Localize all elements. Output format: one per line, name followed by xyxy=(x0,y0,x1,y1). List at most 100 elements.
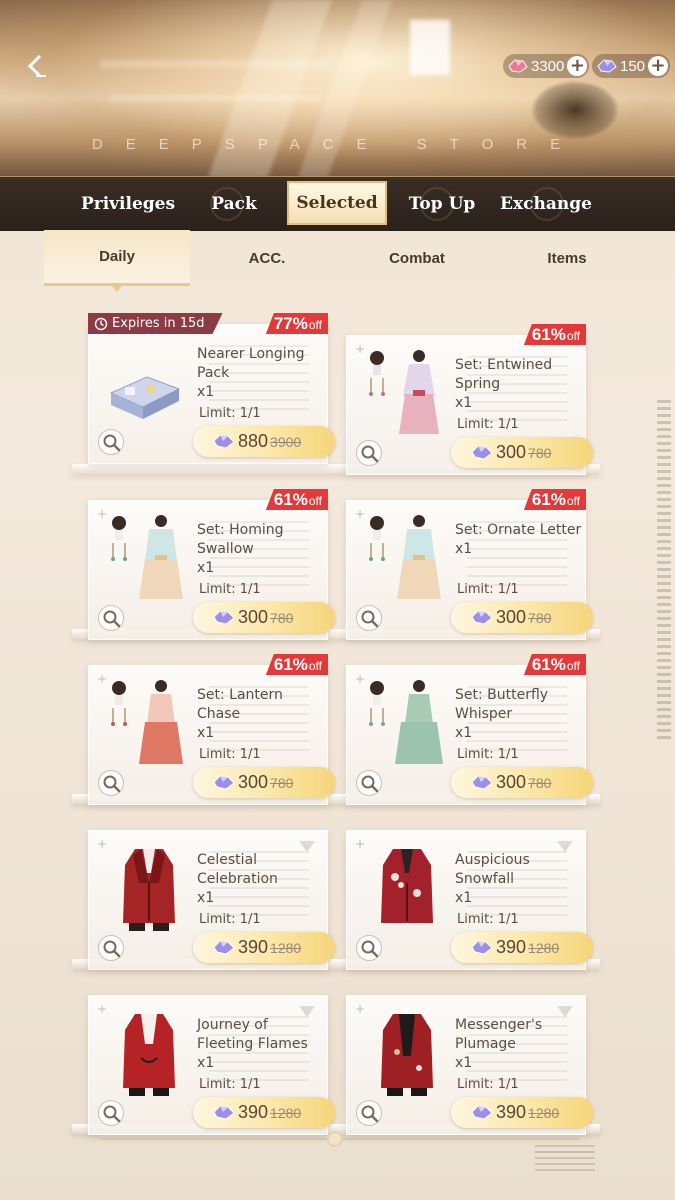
product-card-celestial-celebration[interactable]: + Celestial Celebration x1 Limit: 1/1 390… xyxy=(88,830,335,970)
tab-top-up[interactable]: Top Up xyxy=(400,177,484,231)
magnifier-icon xyxy=(102,609,122,629)
product-card-messengers-plumage[interactable]: + Messenger's Plumage x1 Limit: 1/1 390 1… xyxy=(346,995,593,1135)
purchase-limit: Limit: 1/1 xyxy=(457,417,519,432)
buy-button[interactable]: 880 3900 xyxy=(193,426,335,457)
original-price: 780 xyxy=(270,609,294,626)
subtab-items[interactable]: Items xyxy=(494,230,640,286)
side-decoration xyxy=(657,400,671,740)
sale-price: 390 xyxy=(496,1102,527,1122)
buy-button[interactable]: 300 780 xyxy=(451,767,593,798)
product-card-set-lantern-chase[interactable]: 61% off + Set: Lantern Chase x1 Limit: 1/1… xyxy=(88,654,335,805)
scroll-handle[interactable] xyxy=(327,1131,343,1147)
product-quantity: x1 xyxy=(455,1055,473,1071)
tab-exchange[interactable]: Exchange xyxy=(496,177,596,231)
buy-button[interactable]: 300 780 xyxy=(193,602,335,633)
subtab-acc[interactable]: ACC. xyxy=(194,230,340,286)
outfit-preview-image xyxy=(361,511,451,601)
product-name: Set: Lantern Chase x1 xyxy=(197,686,327,743)
discount-badge: 61% off xyxy=(523,324,586,345)
product-card-set-entwined-spring[interactable]: 61% off + Set: Entwined Spring x1 Limit: 1… xyxy=(346,324,593,475)
preview-zoom-button[interactable] xyxy=(356,440,382,466)
product-quantity: x1 xyxy=(455,395,473,411)
product-card-journey-of-fleeting-flames[interactable]: + Journey of Fleeting Flames x1 Limit: 1/… xyxy=(88,995,335,1135)
purple-crystal-icon xyxy=(213,610,235,625)
preview-zoom-button[interactable] xyxy=(356,605,382,631)
jacket-preview-image xyxy=(119,843,179,933)
product-quantity: x1 xyxy=(197,384,215,400)
preview-zoom-button[interactable] xyxy=(98,770,124,796)
purple-crystal-icon xyxy=(213,1105,235,1120)
purchase-limit: Limit: 1/1 xyxy=(457,582,519,597)
product-name: Set: Ornate Letter x1 xyxy=(455,521,585,559)
product-name: Celestial Celebration x1 xyxy=(197,851,327,908)
discount-badge: 61% off xyxy=(265,489,328,510)
expire-text: Expires in 15d xyxy=(112,316,205,331)
buy-button[interactable]: 390 1280 xyxy=(451,932,593,963)
add-purple-crystal-button[interactable]: + xyxy=(648,56,669,76)
buy-button[interactable]: 390 1280 xyxy=(193,1097,335,1128)
sale-price: 300 xyxy=(238,772,269,792)
product-quantity: x1 xyxy=(197,560,215,576)
product-card-set-butterfly-whisper[interactable]: 61% off + Set: Butterfly Whisper x1 Limit:… xyxy=(346,654,593,805)
product-quantity: x1 xyxy=(455,541,473,557)
product-name: Set: Butterfly Whisper x1 xyxy=(455,686,585,743)
store-title: DEEPSPACE STORE xyxy=(91,136,584,153)
purchase-limit: Limit: 1/1 xyxy=(199,1077,261,1092)
product-name: Nearer Longing Pack x1 xyxy=(197,345,327,402)
purple-crystal-icon xyxy=(471,775,493,790)
buy-button[interactable]: 390 1280 xyxy=(451,1097,593,1128)
purple-crystal-icon xyxy=(213,940,235,955)
preview-zoom-button[interactable] xyxy=(98,1100,124,1126)
original-price: 1280 xyxy=(528,1104,560,1121)
clock-icon xyxy=(94,317,108,331)
discount-badge: 61% off xyxy=(523,654,586,675)
product-card-set-homing-swallow[interactable]: 61% off + Set: Homing Swallow x1 Limit: 1/… xyxy=(88,489,335,640)
sale-price: 390 xyxy=(496,937,527,957)
preview-zoom-button[interactable] xyxy=(356,935,382,961)
magnifier-icon xyxy=(102,433,122,453)
tab-selected[interactable]: Selected xyxy=(287,181,387,225)
currency-red-crystal: 3300 + xyxy=(503,54,590,78)
magnifier-icon xyxy=(360,939,380,959)
buy-button[interactable]: 390 1280 xyxy=(193,932,335,963)
outfit-preview-image xyxy=(361,346,451,436)
jacket-preview-image xyxy=(119,1008,179,1098)
buy-button[interactable]: 300 780 xyxy=(193,767,335,798)
buy-button[interactable]: 300 780 xyxy=(451,437,593,468)
purchase-limit: Limit: 1/1 xyxy=(457,912,519,927)
store-tab-bar: Privileges Pack Selected Top Up Exchange xyxy=(0,176,675,231)
preview-zoom-button[interactable] xyxy=(98,605,124,631)
preview-zoom-button[interactable] xyxy=(356,770,382,796)
product-name: Auspicious Snowfall x1 xyxy=(455,851,585,908)
discount-badge: 77% off xyxy=(265,313,328,334)
purchase-limit: Limit: 1/1 xyxy=(199,406,261,421)
product-card-nearer-longing-pack[interactable]: Expires in 15d 77% off Nearer Longing Pac… xyxy=(88,313,335,464)
product-card-auspicious-snowfall[interactable]: + Auspicious Snowfall x1 Limit: 1/1 390 1… xyxy=(346,830,593,970)
subtab-combat[interactable]: Combat xyxy=(344,230,490,286)
jacket-preview-image xyxy=(377,843,437,933)
footer-logo xyxy=(535,1145,595,1175)
original-price: 780 xyxy=(528,609,552,626)
original-price: 780 xyxy=(528,774,552,791)
preview-zoom-button[interactable] xyxy=(356,1100,382,1126)
back-icon[interactable] xyxy=(22,50,52,84)
sale-price: 300 xyxy=(238,607,269,627)
purchase-limit: Limit: 1/1 xyxy=(199,912,261,927)
tab-privileges[interactable]: Privileges xyxy=(78,177,178,231)
tab-pack[interactable]: Pack xyxy=(195,177,273,231)
product-name: Set: Entwined Spring x1 xyxy=(455,356,585,413)
original-price: 1280 xyxy=(270,939,302,956)
preview-zoom-button[interactable] xyxy=(98,935,124,961)
purple-crystal-icon xyxy=(597,59,617,73)
preview-zoom-button[interactable] xyxy=(98,429,124,455)
purple-crystal-amount: 150 xyxy=(620,57,646,75)
purple-crystal-icon xyxy=(471,610,493,625)
red-crystal-amount: 3300 xyxy=(531,57,565,75)
magnifier-icon xyxy=(360,444,380,464)
add-red-crystal-button[interactable]: + xyxy=(567,56,588,76)
product-card-set-ornate-letter[interactable]: 61% off + Set: Ornate Letter x1 Limit: 1/1… xyxy=(346,489,593,640)
buy-button[interactable]: 300 780 xyxy=(451,602,593,633)
purchase-limit: Limit: 1/1 xyxy=(199,747,261,762)
magnifier-icon xyxy=(360,774,380,794)
subtab-daily[interactable]: Daily xyxy=(44,230,190,292)
